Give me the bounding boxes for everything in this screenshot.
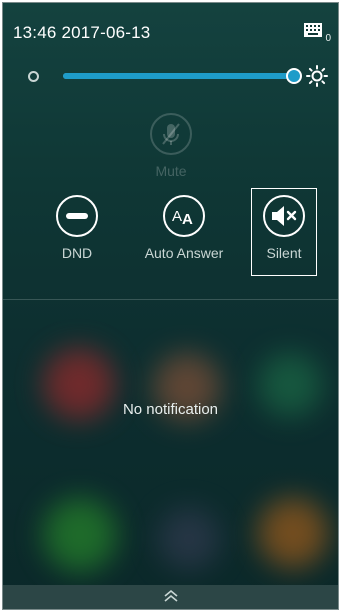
minus-circle-icon <box>66 213 88 219</box>
blurred-app-icon <box>258 498 328 568</box>
empty-notification-text: No notification <box>122 401 219 418</box>
speaker-mute-icon <box>272 206 297 226</box>
notification-shade: 13:46 2017-06-13 0 Mute DND A A Auto Ans… <box>2 2 339 610</box>
clock-date: 13:46 2017-06-13 <box>13 23 151 42</box>
keyboard-icon <box>304 23 322 37</box>
blurred-app-icon <box>43 498 117 572</box>
dnd-toggle[interactable]: DND <box>45 195 109 261</box>
dnd-label: DND <box>61 245 93 261</box>
brightness-thumb[interactable] <box>286 68 303 84</box>
mute-toggle: Mute <box>139 113 203 179</box>
blurred-app-icon <box>158 508 220 570</box>
keyboard-badge: 0 <box>325 33 331 44</box>
svg-text:A: A <box>172 208 182 225</box>
status-bar: 13:46 2017-06-13 0 <box>3 3 338 49</box>
silent-label: Silent <box>266 245 302 261</box>
dnd-circle[interactable] <box>56 195 98 237</box>
brightness-track[interactable] <box>63 68 303 84</box>
collapse-handle[interactable] <box>3 585 338 609</box>
mute-circle <box>150 113 192 155</box>
auto-answer-label: Auto Answer <box>144 245 224 261</box>
divider <box>3 299 338 300</box>
silent-circle[interactable] <box>263 195 305 237</box>
aa-icon: A A <box>172 208 193 228</box>
brightness-slider[interactable] <box>3 61 338 91</box>
mute-label: Mute <box>155 163 187 179</box>
silent-toggle[interactable]: Silent <box>251 188 317 276</box>
auto-answer-circle[interactable]: A A <box>163 195 205 237</box>
chevron-up-icon <box>164 589 178 602</box>
mic-off-icon <box>162 123 180 145</box>
sun-icon <box>306 65 328 87</box>
svg-text:A: A <box>182 211 193 228</box>
auto-answer-toggle[interactable]: A A Auto Answer <box>129 195 239 261</box>
brightness-fill <box>63 73 295 79</box>
brightness-min-icon <box>28 71 39 82</box>
